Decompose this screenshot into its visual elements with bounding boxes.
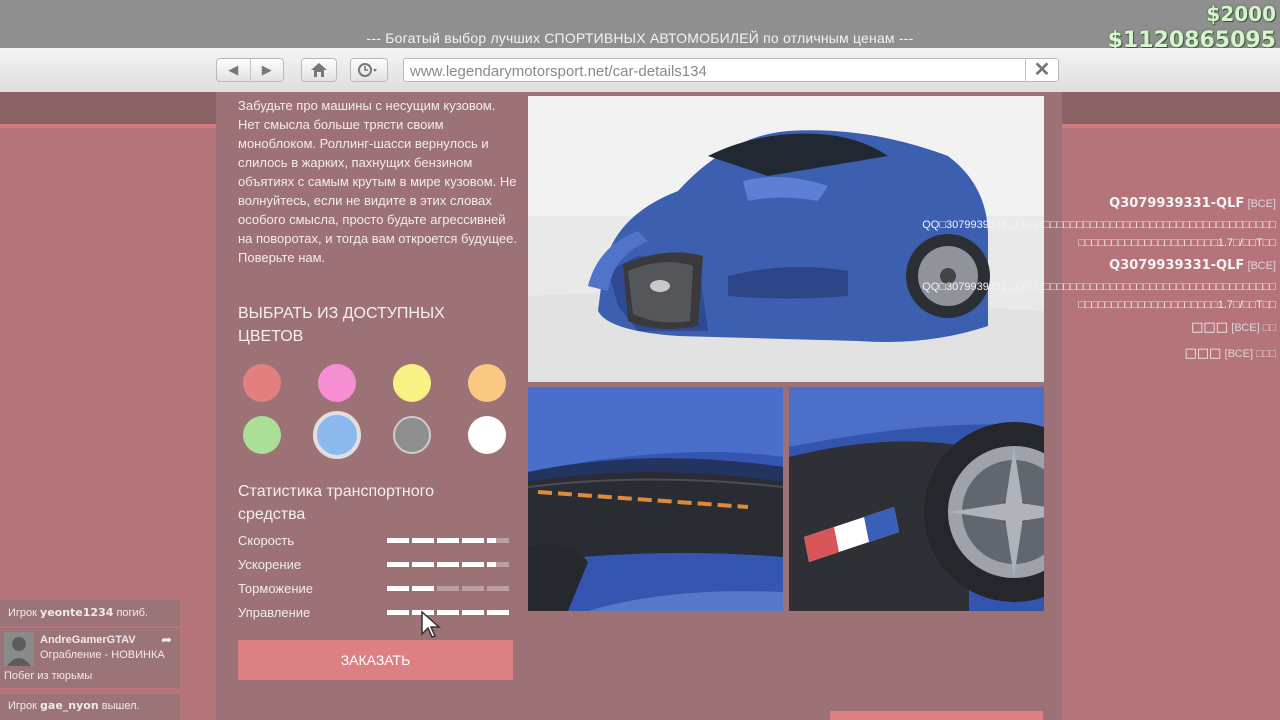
title-strip: --- Богатый выбор лучших СПОРТИВНЫХ АВТО… xyxy=(0,0,1280,48)
feed-tag: [ВСЕ] □□ xyxy=(1231,322,1276,334)
feed-entry-2: Q3079939331-QLF [ВСЕ] xyxy=(1109,258,1276,273)
stat-segment xyxy=(437,586,459,591)
feed-message-line: QQ□3079939331,□□□□□□□□□□□□□□□□□□□□□□□□□□… xyxy=(922,219,1276,231)
stat-segment xyxy=(387,610,409,615)
feed-activity: Ограбление - НОВИНКА xyxy=(40,649,165,661)
stat-segment xyxy=(462,538,484,543)
stat-segment xyxy=(412,562,434,567)
feed-player-name: □□□ xyxy=(1184,346,1222,361)
page-banner-title: --- Богатый выбор лучших СПОРТИВНЫХ АВТО… xyxy=(366,30,914,46)
stat-bar-braking xyxy=(387,586,512,591)
feed-tag: [ВСЕ] xyxy=(1247,260,1276,272)
stat-bar-acceleration xyxy=(387,562,512,567)
stat-segment xyxy=(437,562,459,567)
feed-message-line: □□□□□□□□□□□□□□□□□□□□□1.7□/□□T□□ xyxy=(1078,237,1276,249)
stat-segment xyxy=(387,562,409,567)
feed-text: погиб. xyxy=(116,607,149,619)
avatar xyxy=(4,632,34,666)
feed-tag: [ВСЕ] □□□ xyxy=(1224,348,1276,360)
order-button[interactable]: ЗАКАЗАТЬ xyxy=(238,640,513,680)
feed-player-name: Q3079939331-QLF xyxy=(1109,196,1245,211)
history-button[interactable] xyxy=(350,58,388,82)
stat-label-braking: Торможение xyxy=(238,581,314,596)
stat-segment xyxy=(487,538,509,543)
color-swatch-red[interactable] xyxy=(243,364,281,402)
url-text: www.legendarymotorsport.net/car-details1… xyxy=(410,63,707,80)
address-bar[interactable]: www.legendarymotorsport.net/car-details1… xyxy=(403,58,1059,82)
feed-user-name: AndreGamerGTAV xyxy=(40,634,136,646)
stat-segment xyxy=(462,562,484,567)
stat-segment xyxy=(487,586,509,591)
stat-bar-speed xyxy=(387,538,512,543)
money-small: $2000 xyxy=(1206,2,1276,26)
stat-segment xyxy=(462,610,484,615)
feed-activity-name: Побег из тюрьмы xyxy=(4,670,93,682)
stats-heading: Статистика транспортного средства xyxy=(238,483,434,523)
feed-left-death: Игрок yeonte1234 погиб. xyxy=(0,600,180,626)
color-swatch-blue[interactable] xyxy=(313,411,361,459)
feed-left-leave: Игрок gae_nyon вышел. xyxy=(0,694,180,720)
feed-text: Игрок xyxy=(8,607,37,619)
color-swatch-yellow[interactable] xyxy=(393,364,431,402)
colors-heading: ВЫБРАТЬ ИЗ ДОСТУПНЫХ ЦВЕТОВ xyxy=(238,305,445,345)
browser-toolbar: ◀ ▶ www.legendarymotorsport.net/car-deta… xyxy=(0,48,1280,93)
product-description: Забудьте про машины с несущим кузовом. Н… xyxy=(238,98,517,265)
share-arrow-icon[interactable]: ➦ xyxy=(161,632,172,648)
secondary-order-button[interactable] xyxy=(830,711,1043,720)
feed-entry-3: □□□ [ВСЕ] □□ xyxy=(1191,320,1276,335)
back-arrow-icon[interactable]: ◀ xyxy=(217,62,250,78)
car-detail-image-front[interactable] xyxy=(528,387,783,611)
clock-icon xyxy=(358,63,377,77)
feed-text: вышел. xyxy=(101,700,140,712)
feed-player-name: Q3079939331-QLF xyxy=(1109,258,1245,273)
nav-buttons: ◀ ▶ xyxy=(216,58,284,82)
car-main-image[interactable] xyxy=(528,96,1044,382)
feed-player-name: yeonte1234 xyxy=(40,606,114,619)
color-swatch-pink[interactable] xyxy=(318,364,356,402)
feed-left-activity: AndreGamerGTAV ➦ Ограбление - НОВИНКА По… xyxy=(0,628,180,688)
mouse-cursor-icon xyxy=(421,610,441,638)
feed-message-line: □□□□□□□□□□□□□□□□□□□□□1.7□/□□T□□ xyxy=(1078,299,1276,311)
feed-message-line: QQ□3079939331,□□□□□□□□□□□□□□□□□□□□□□□□□□… xyxy=(922,281,1276,293)
stat-segment xyxy=(487,562,509,567)
stat-label-acceleration: Ускорение xyxy=(238,557,302,572)
color-swatch-white[interactable] xyxy=(468,416,506,454)
stat-segment xyxy=(412,538,434,543)
color-swatch-green[interactable] xyxy=(243,416,281,454)
close-icon[interactable]: ✕ xyxy=(1025,59,1058,81)
feed-entry-1: Q3079939331-QLF [ВСЕ] xyxy=(1109,196,1276,211)
car-detail-image-side[interactable] xyxy=(789,387,1044,611)
color-swatch-orange[interactable] xyxy=(468,364,506,402)
color-swatch-grey[interactable] xyxy=(393,416,431,454)
stat-segment xyxy=(437,538,459,543)
stat-segment xyxy=(387,538,409,543)
home-icon xyxy=(311,63,327,77)
stat-segment xyxy=(462,586,484,591)
stat-segment xyxy=(487,610,509,615)
forward-arrow-icon[interactable]: ▶ xyxy=(251,62,284,78)
feed-tag: [ВСЕ] xyxy=(1247,198,1276,210)
feed-player-name: gae_nyon xyxy=(40,699,99,712)
feed-player-name: □□□ xyxy=(1191,320,1228,335)
home-button[interactable] xyxy=(301,58,337,82)
stat-segment xyxy=(387,586,409,591)
feed-entry-4: □□□ [ВСЕ] □□□ xyxy=(1184,346,1276,361)
feed-text: Игрок xyxy=(8,700,37,712)
stat-segment xyxy=(412,586,434,591)
stat-label-handling: Управление xyxy=(238,605,311,620)
stat-bar-handling xyxy=(387,610,512,615)
stat-label-speed: Скорость xyxy=(238,533,295,548)
